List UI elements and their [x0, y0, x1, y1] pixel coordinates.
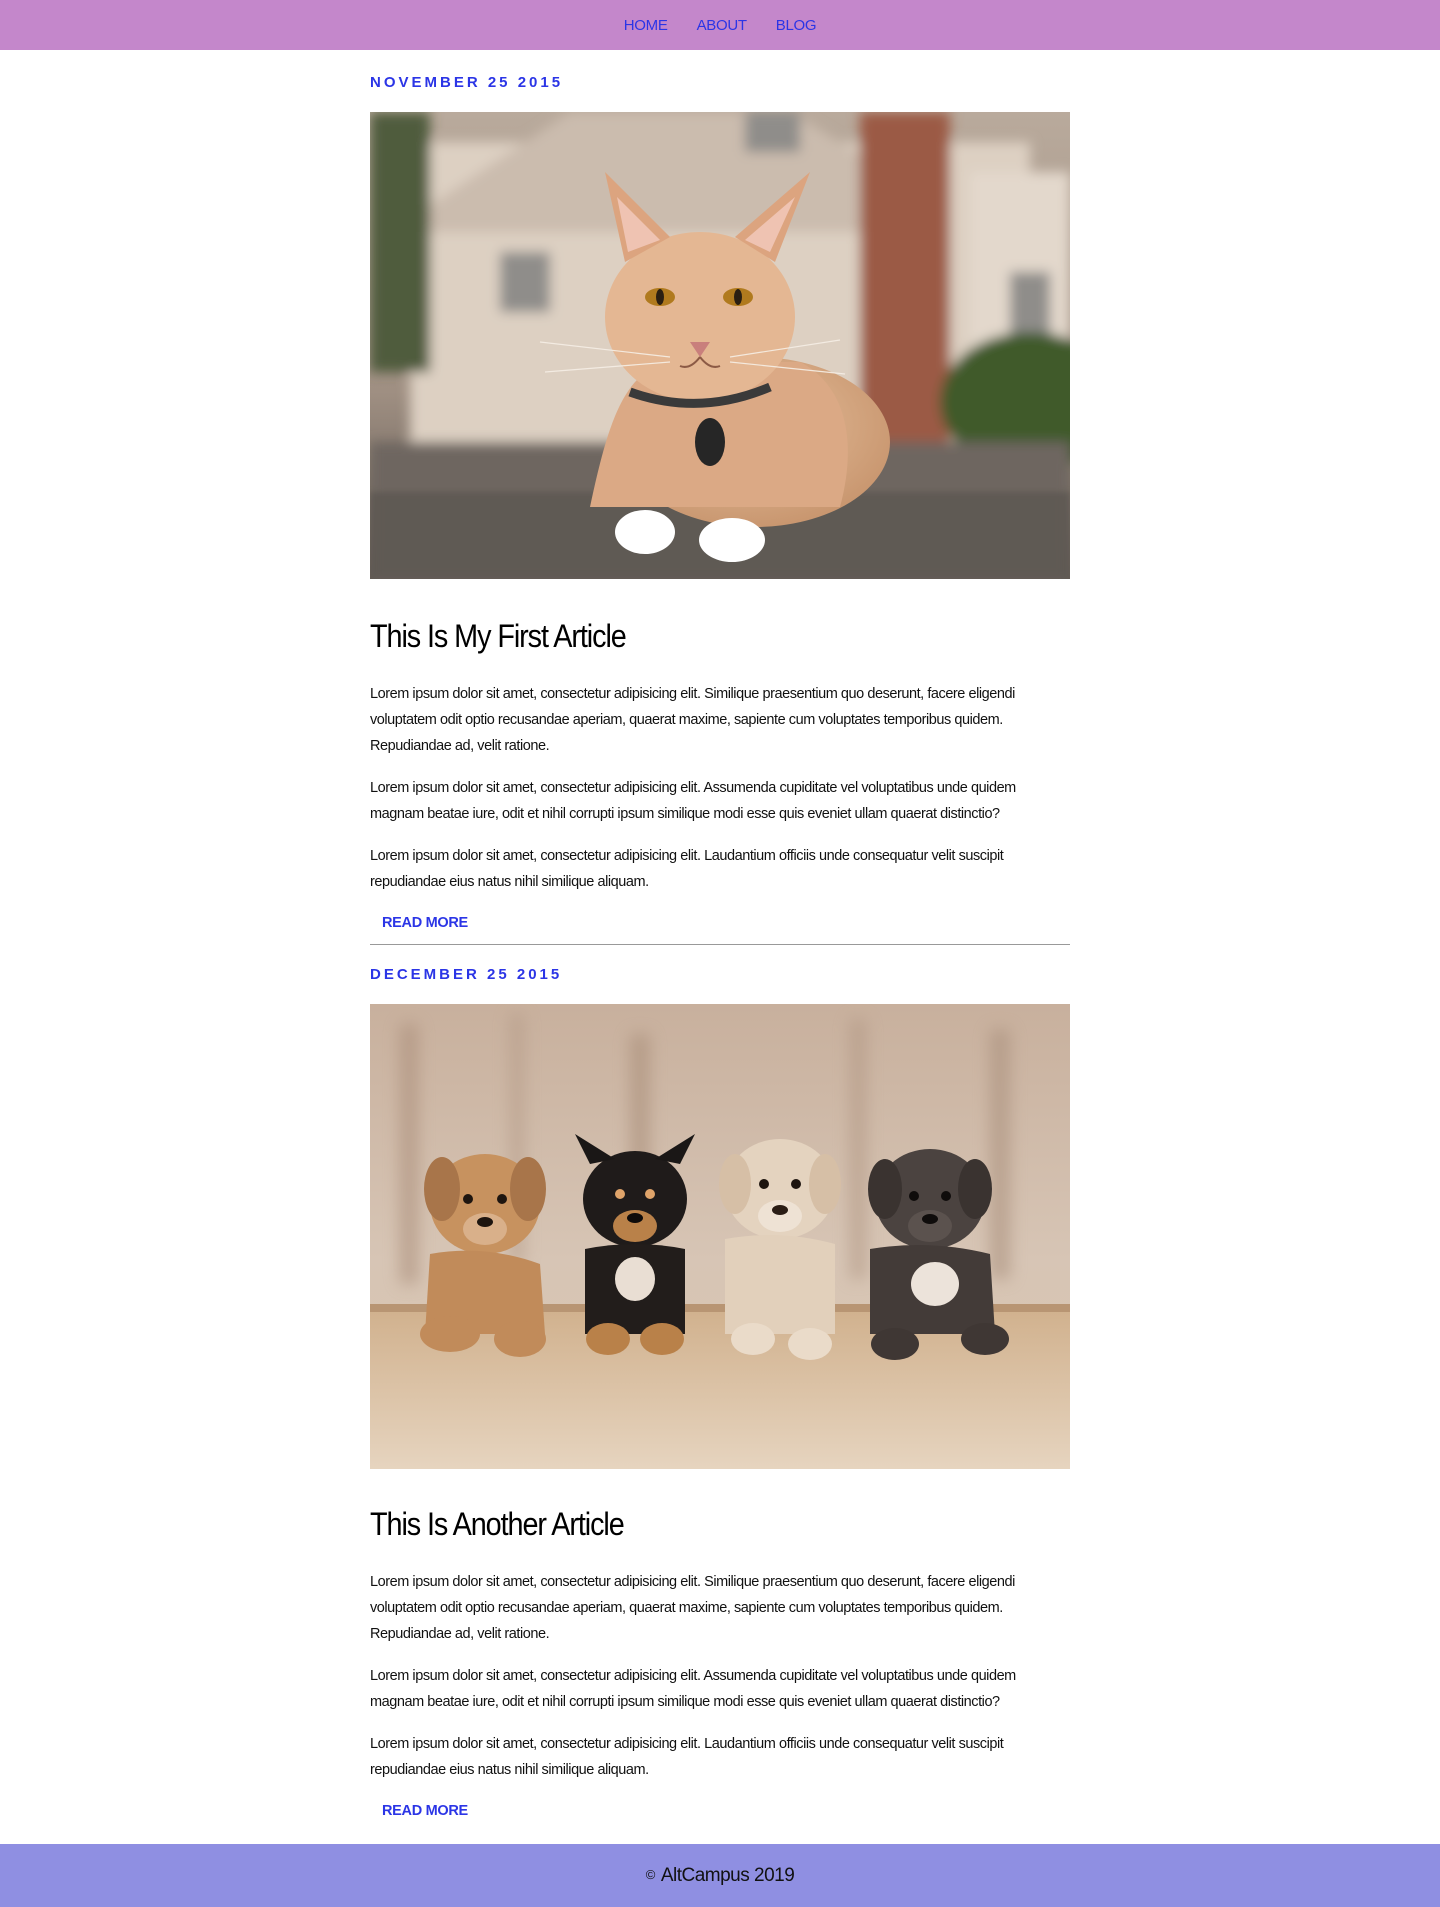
post-title: This Is My First Article [370, 618, 627, 654]
nav-link-home[interactable]: HOME [624, 17, 668, 34]
nav-link-about[interactable]: ABOUT [697, 17, 747, 34]
footer: © AltCampus 2019 [0, 1844, 1440, 1907]
nav-link-blog[interactable]: BLOG [776, 17, 817, 34]
cat-photo [370, 112, 1070, 579]
post-paragraph: Lorem ipsum dolor sit amet, consectetur … [370, 1574, 1015, 1642]
navbar: HOME ABOUT BLOG [0, 0, 1440, 50]
post-paragraph: Lorem ipsum dolor sit amet, consectetur … [370, 1668, 1016, 1710]
read-more-link[interactable]: READ MORE [382, 915, 468, 931]
post-title: This Is Another Article [370, 1506, 625, 1542]
post-paragraph: Lorem ipsum dolor sit amet, consectetur … [370, 686, 1015, 754]
post-date: NOVEMBER 25 2015 [370, 74, 564, 91]
post-paragraph: Lorem ipsum dolor sit amet, consectetur … [370, 848, 1004, 890]
post-date: DECEMBER 25 2015 [370, 966, 563, 983]
article-another: DECEMBER 25 2015 This Is Another Article… [370, 966, 1070, 1820]
copyright-symbol: © [645, 1866, 656, 1882]
post-paragraph: Lorem ipsum dolor sit amet, consectetur … [370, 1736, 1004, 1778]
article-divider [370, 944, 1070, 945]
footer-text: AltCampus 2019 [660, 1864, 795, 1886]
post-paragraph: Lorem ipsum dolor sit amet, consectetur … [370, 780, 1016, 822]
footer-copyright: © AltCampus 2019 [646, 1865, 795, 1887]
article-first: NOVEMBER 25 2015 This Is My First Articl… [370, 74, 1070, 945]
puppies-photo [370, 1004, 1070, 1469]
read-more-link[interactable]: READ MORE [382, 1803, 468, 1819]
